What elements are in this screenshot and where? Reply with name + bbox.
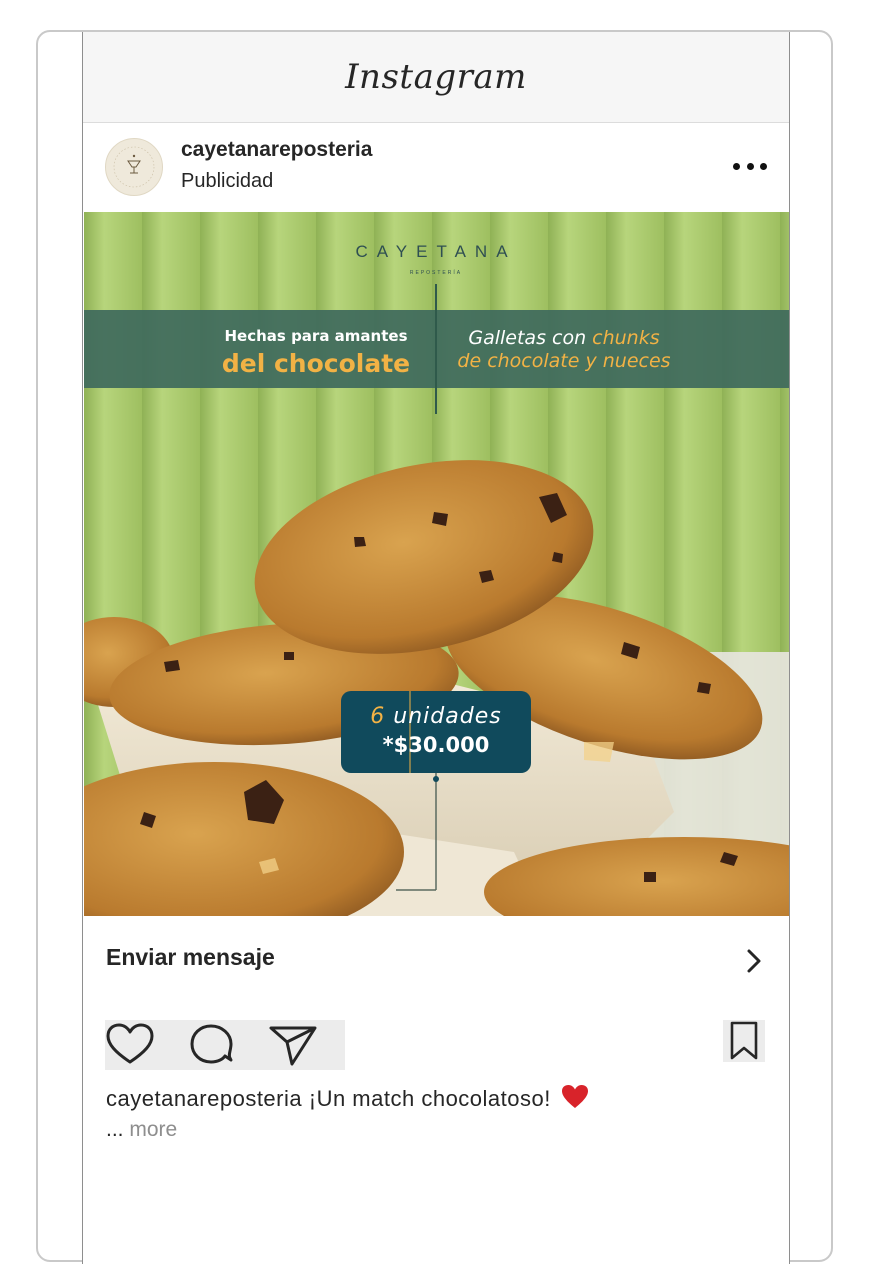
red-heart-emoji-icon	[562, 1085, 589, 1108]
banner-right-line2: de chocolate y nueces	[457, 350, 670, 372]
post-header: cayetanareposteria Publicidad	[83, 134, 789, 204]
more-horizontal-icon[interactable]	[733, 154, 767, 178]
post-caption: cayetanareposteria ¡Un match chocolatoso…	[106, 1084, 589, 1112]
chevron-right-icon	[747, 949, 761, 973]
banner-right-line1: Galletas con chunks	[468, 327, 659, 349]
ad-creative: CAYETANA REPOSTERÍA Hechas para amantes …	[84, 212, 789, 916]
more-link[interactable]: more	[129, 1118, 177, 1141]
banner-left-line1: Hechas para amantes	[225, 327, 408, 345]
price-line1: 6 unidades	[370, 704, 501, 729]
top-bar: Instagram	[83, 32, 789, 123]
caption-text: ¡Un match chocolatoso!	[308, 1086, 551, 1111]
bookmark-icon[interactable]	[723, 1020, 765, 1062]
instagram-screen: Instagram cayetanareposteria Publicidad	[82, 32, 790, 1264]
comment-icon[interactable]	[187, 1022, 237, 1068]
send-message-label: Enviar mensaje	[106, 944, 275, 970]
ellipsis: ...	[106, 1118, 124, 1141]
sponsored-label: Publicidad	[181, 170, 274, 192]
avatar[interactable]	[105, 138, 163, 196]
instagram-logo[interactable]: Instagram	[345, 57, 527, 97]
brand-subtitle: REPOSTERÍA	[410, 269, 462, 276]
caption-more-row: ... more	[106, 1118, 177, 1142]
post-username[interactable]: cayetanareposteria	[181, 138, 372, 162]
price-line2: *$30.000	[383, 733, 490, 757]
cayetana-logo-icon	[107, 140, 161, 194]
heart-icon[interactable]	[105, 1022, 155, 1068]
banner-left-line2: del chocolate	[222, 349, 410, 378]
caption-username[interactable]: cayetanareposteria	[106, 1086, 302, 1111]
brand-title: CAYETANA	[355, 242, 516, 261]
post-image[interactable]: CAYETANA REPOSTERÍA Hechas para amantes …	[84, 212, 789, 916]
share-icon[interactable]	[268, 1022, 318, 1068]
action-bar	[105, 1020, 345, 1070]
send-message-cta[interactable]: Enviar mensaje	[83, 916, 789, 1006]
